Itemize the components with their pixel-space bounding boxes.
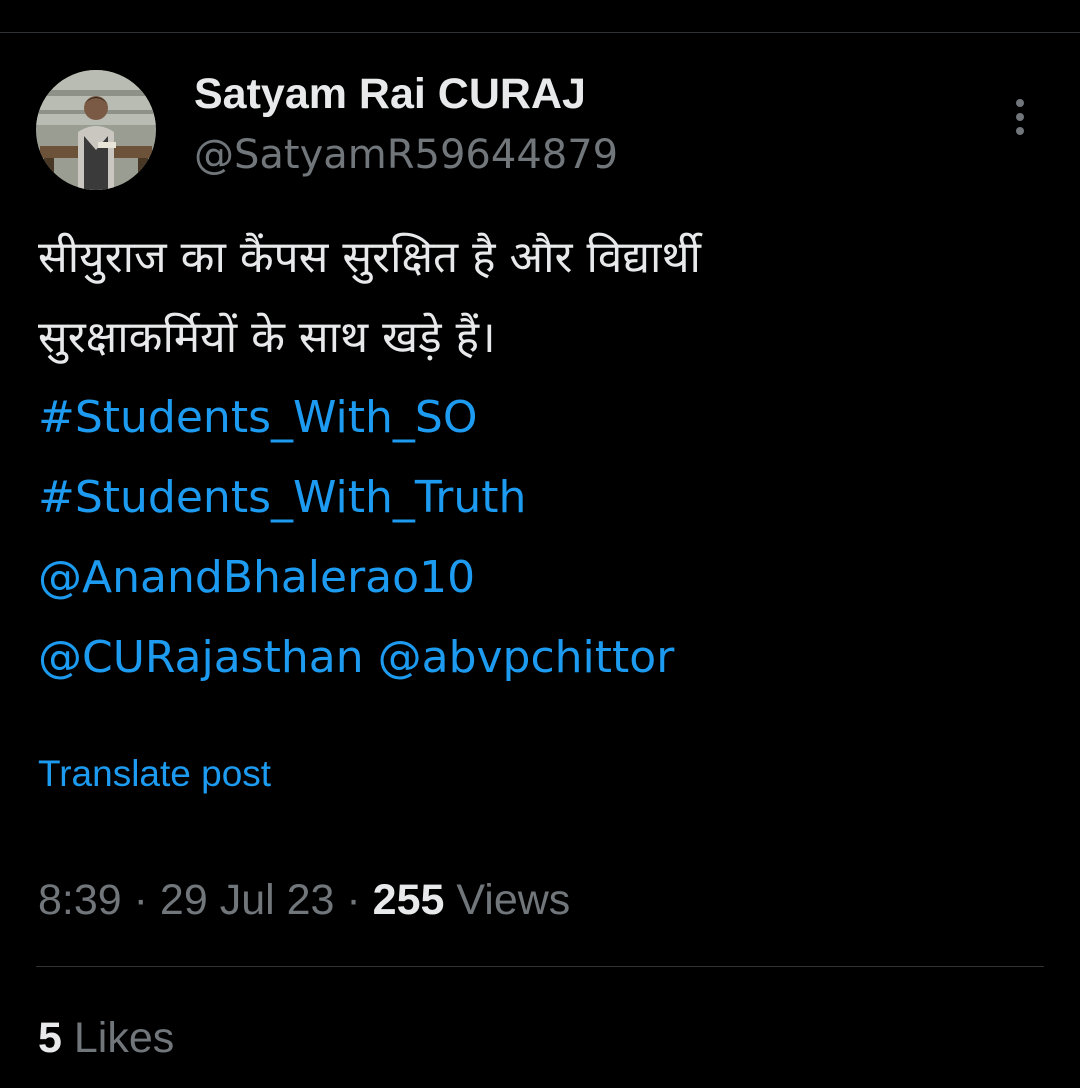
post-text: सीयुराज का कैंपस सुरक्षित है और विद्यार्… [38, 218, 1048, 698]
post-metadata: 8:39 · 29 Jul 23 · 255 Views [38, 874, 570, 926]
divider [36, 966, 1044, 967]
views-label: Views [444, 876, 571, 924]
post-text-line: सुरक्षाकर्मियों के साथ खड़े हैं। [38, 312, 496, 363]
meta-separator: · [121, 876, 160, 924]
meta-separator: · [334, 876, 373, 924]
post-date[interactable]: 29 Jul 23 [160, 876, 335, 924]
more-vertical-icon-dot [1016, 127, 1024, 135]
likes-count: 5 [38, 1014, 62, 1062]
avatar-image [36, 70, 156, 190]
more-vertical-icon [1016, 99, 1024, 107]
mention-link[interactable]: @abvpchittor [378, 632, 675, 683]
post-text-line: सीयुराज का कैंपस सुरक्षित है और विद्यार्… [38, 232, 701, 283]
avatar[interactable] [36, 70, 156, 190]
views-count: 255 [372, 876, 445, 924]
mention-link[interactable]: @CURajasthan [38, 632, 364, 683]
hashtag-link[interactable]: #Students_With_Truth [38, 472, 526, 523]
likes-stat[interactable]: 5 Likes [38, 1012, 174, 1064]
author-display-name[interactable]: Satyam Rai CURAJ [194, 68, 586, 120]
top-divider [0, 32, 1080, 33]
hashtag-link[interactable]: #Students_With_SO [38, 392, 477, 443]
translate-post-link[interactable]: Translate post [38, 750, 271, 798]
likes-label: Likes [61, 1014, 175, 1062]
mention-link[interactable]: @AnandBhalerao10 [38, 552, 475, 603]
more-options-button[interactable] [1000, 92, 1040, 142]
more-vertical-icon-dot [1016, 113, 1024, 121]
author-handle[interactable]: @SatyamR59644879 [194, 130, 618, 180]
post-time[interactable]: 8:39 [38, 876, 122, 924]
